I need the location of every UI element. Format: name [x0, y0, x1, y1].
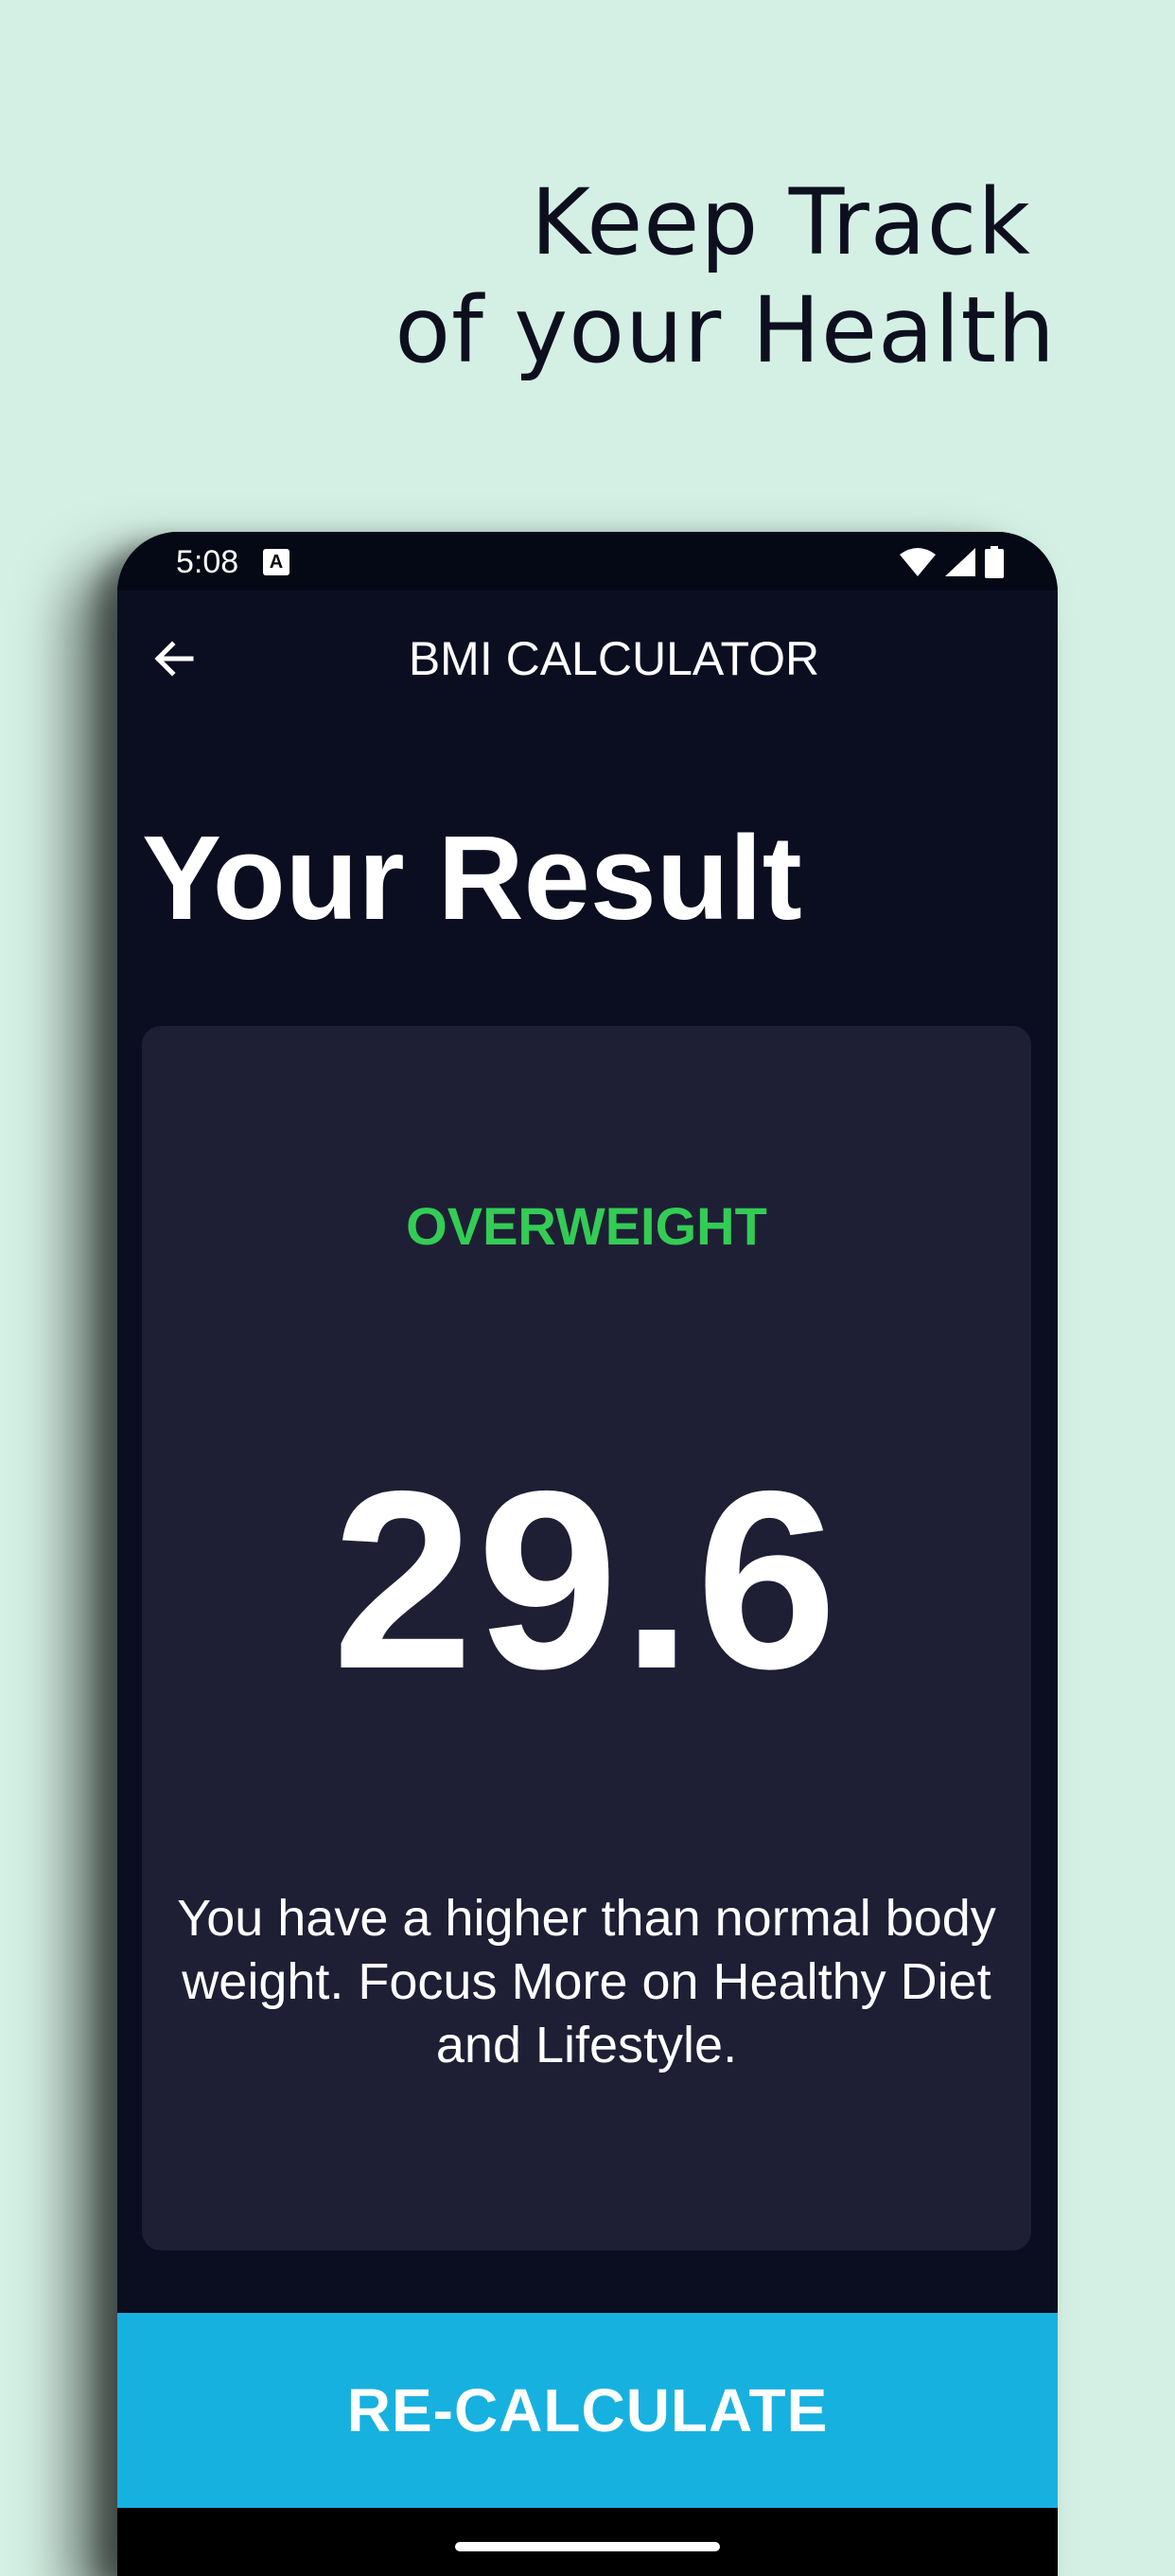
promo-headline-line2: of your Health: [395, 277, 1056, 383]
app-bar: BMI CALCULATOR: [117, 591, 1058, 734]
phone-frame: 5:08 A BMI CALCULATOR Your Result OVERWE…: [117, 532, 1058, 2576]
status-icons: [899, 545, 1005, 579]
promo-headline: Keep Track of your Health: [395, 168, 1056, 384]
app-bar-title: BMI CALCULATOR: [408, 632, 820, 685]
status-bar: 5:08 A: [117, 532, 1058, 591]
bmi-category-label: OVERWEIGHT: [406, 1196, 767, 1256]
recalculate-button[interactable]: RE-CALCULATE: [117, 2313, 1058, 2508]
bmi-value: 29.6: [332, 1438, 841, 1721]
wifi-icon: [900, 548, 936, 576]
notification-a-icon: A: [263, 549, 289, 575]
page-title: Your Result: [142, 811, 802, 944]
signal-icon: [945, 548, 975, 576]
promo-headline-line1: Keep Track: [531, 169, 1031, 275]
status-time: 5:08: [176, 544, 239, 580]
result-card: OVERWEIGHT 29.6 You have a higher than n…: [142, 1026, 1031, 2250]
system-nav-bar: [117, 2508, 1058, 2576]
battery-icon: [985, 546, 1004, 578]
bmi-advice-text: You have a higher than normal body weigh…: [177, 1890, 996, 2073]
